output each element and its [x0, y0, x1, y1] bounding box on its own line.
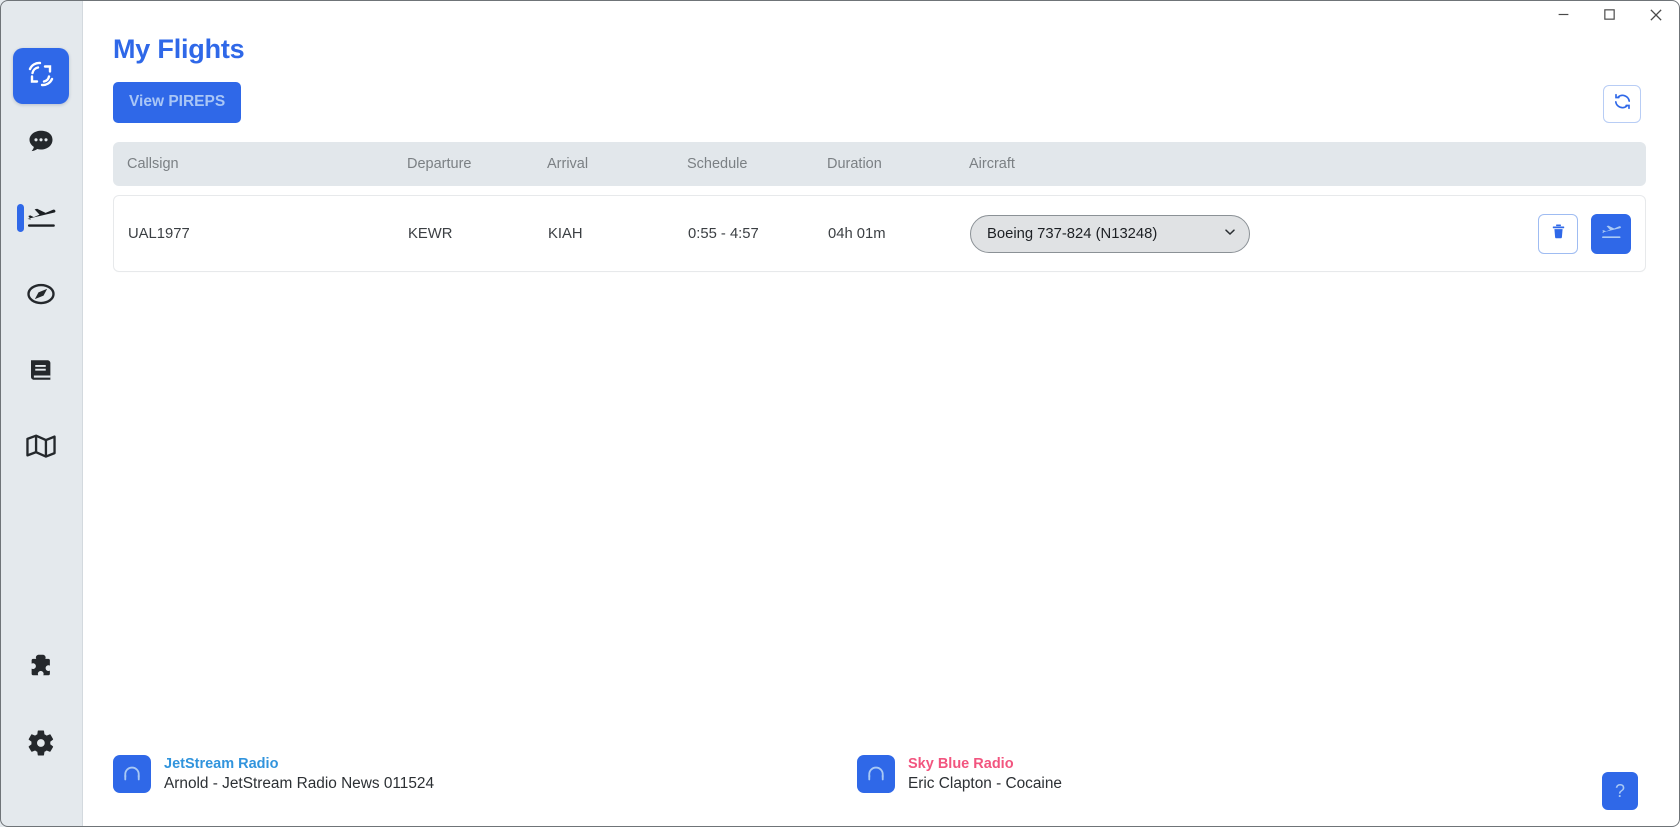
table-row: UAL1977 KEWR KIAH 0:55 - 4:57 04h 01m Bo…: [113, 195, 1646, 272]
sidebar: [0, 0, 83, 827]
radio-station-name: JetStream Radio: [164, 756, 279, 772]
window-minimize-button[interactable]: [1540, 0, 1586, 34]
application-window: My Flights View PIREPS Callsign Departur…: [0, 0, 1680, 827]
chat-bubble-icon: [26, 127, 56, 157]
sidebar-item-settings[interactable]: [5, 705, 77, 781]
trash-icon: [1550, 223, 1567, 244]
puzzle-piece-icon: [26, 652, 56, 682]
maximize-icon: [1603, 8, 1616, 26]
cell-arrival: KIAH: [548, 225, 583, 242]
page-content: My Flights View PIREPS Callsign Departur…: [83, 0, 1680, 272]
radio-now-playing: Arnold - JetStream Radio News 011524: [164, 774, 435, 792]
headphones-icon: [113, 755, 151, 794]
book-icon: [26, 355, 56, 385]
plane-departure-icon: [1600, 222, 1622, 246]
delete-flight-button[interactable]: [1538, 213, 1578, 254]
column-header-duration: Duration: [827, 156, 882, 172]
cell-aircraft: Boeing 737-824 (N13248): [970, 214, 1491, 253]
radio-widget-jetstream[interactable]: JetStream Radio Arnold - JetStream Radio…: [113, 755, 434, 794]
cell-callsign: UAL1977: [128, 225, 190, 242]
app-logo[interactable]: [13, 48, 69, 104]
compass-icon: [26, 279, 56, 309]
radio-station-name: Sky Blue Radio: [908, 756, 1014, 772]
table-header-row: Callsign Departure Arrival Schedule Dura…: [113, 142, 1646, 186]
plane-departure-icon: [25, 203, 57, 233]
minimize-icon: [1557, 8, 1570, 26]
aircraft-select-wrapper: Boeing 737-824 (N13248): [970, 214, 1250, 253]
cell-departure: KEWR: [408, 225, 453, 242]
column-header-aircraft: Aircraft: [969, 156, 1015, 172]
radio-now-playing: Eric Clapton - Cocaine: [908, 774, 1062, 792]
page-title: My Flights: [113, 34, 245, 64]
sidebar-bottom-group: [5, 629, 77, 827]
map-icon: [25, 431, 57, 461]
main-panel: My Flights View PIREPS Callsign Departur…: [83, 0, 1680, 827]
radio-text-jetstream: JetStream Radio Arnold - JetStream Radio…: [164, 755, 434, 793]
headphones-icon: [857, 755, 895, 794]
sidebar-item-explore[interactable]: [5, 256, 77, 332]
sidebar-item-plugins[interactable]: [5, 629, 77, 705]
cell-duration: 04h 01m: [828, 225, 886, 242]
gear-icon: [26, 728, 56, 758]
column-header-schedule: Schedule: [687, 156, 748, 172]
column-header-departure: Departure: [407, 156, 472, 172]
sidebar-item-my-flights[interactable]: [5, 180, 77, 256]
view-pireps-button[interactable]: View PIREPS: [113, 82, 242, 123]
fly-flight-button[interactable]: [1591, 213, 1631, 254]
close-icon: [1649, 8, 1663, 27]
radio-text-skyblue: Sky Blue Radio Eric Clapton - Cocaine: [908, 755, 1062, 793]
sidebar-item-logbook[interactable]: [5, 332, 77, 408]
cell-actions: [1491, 213, 1631, 254]
refresh-button[interactable]: [1603, 85, 1641, 123]
toolbar: View PIREPS: [113, 82, 1646, 123]
help-button[interactable]: ?: [1602, 772, 1638, 810]
aircraft-select[interactable]: Boeing 737-824 (N13248): [970, 214, 1250, 253]
refresh-icon: [1613, 92, 1632, 116]
window-close-button[interactable]: [1632, 0, 1680, 34]
column-header-arrival: Arrival: [547, 156, 589, 172]
radio-widget-skyblue[interactable]: Sky Blue Radio Eric Clapton - Cocaine: [857, 755, 1062, 794]
footer: JetStream Radio Arnold - JetStream Radio…: [113, 737, 1656, 827]
column-header-callsign: Callsign: [127, 156, 179, 172]
sidebar-item-map[interactable]: [5, 408, 77, 484]
sidebar-top-group: [5, 10, 77, 484]
cell-schedule: 0:55 - 4:57: [688, 225, 759, 242]
window-titlebar: [83, 0, 1680, 34]
flights-table: Callsign Departure Arrival Schedule Dura…: [113, 142, 1646, 272]
window-maximize-button[interactable]: [1586, 0, 1632, 34]
sidebar-item-chat[interactable]: [5, 104, 77, 180]
sc-logo-icon: [25, 58, 57, 95]
